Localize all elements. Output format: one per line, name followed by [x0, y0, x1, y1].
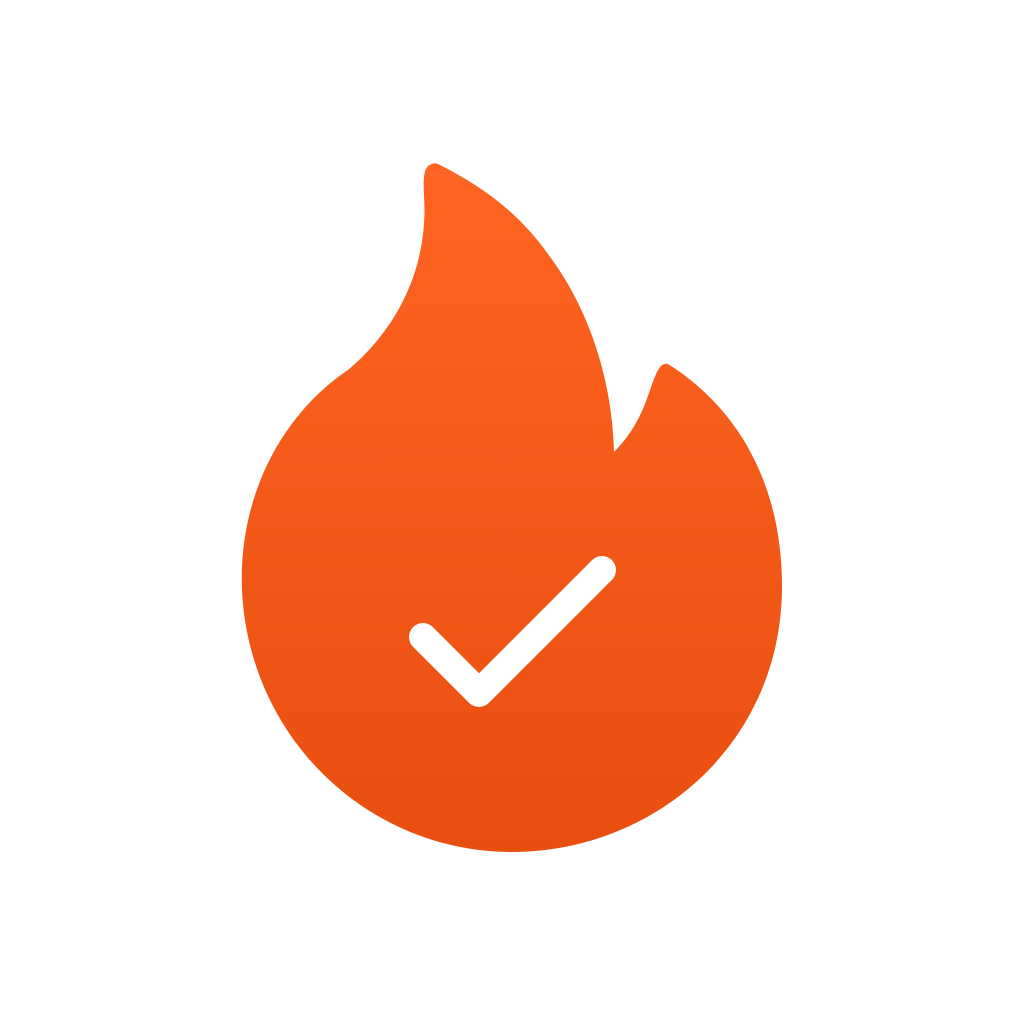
app-icon-canvas	[0, 0, 1024, 1024]
flame-check-icon	[241, 163, 782, 852]
flame-icon	[241, 163, 782, 852]
